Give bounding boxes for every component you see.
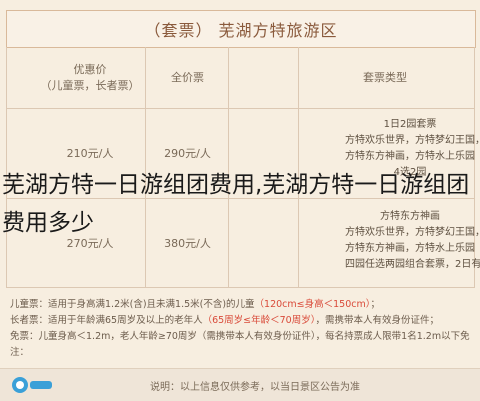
col-label-discount-line2: （儿童票，长者票） [40, 79, 140, 92]
note-suffix: ； [370, 299, 380, 310]
brand-logo-icon [12, 377, 52, 393]
grid-row-divider-1 [6, 108, 475, 109]
row1-package-line: 1日2园套票 [383, 119, 437, 130]
row1-package-line: 方特欢乐世界，方特梦幻王国， [345, 135, 480, 146]
table-title: （套票） 芜湖方特旅游区 [144, 21, 338, 40]
row2-package-line: 方特东方神画，方特水上乐园 [345, 243, 475, 254]
row1-full-price: 290元/人 [164, 147, 211, 160]
col-label-full: 全价票 [171, 71, 204, 84]
note-text: 长者票：适用于年龄满65周岁及以上的老年人 [10, 315, 203, 326]
row1-discount-price: 210元/人 [66, 147, 114, 160]
footer-note: 说明：以上信息仅供参考，以当日景区公告为准 [150, 382, 360, 393]
col-label-discount: 优惠价 （儿童票，长者票） [40, 62, 140, 94]
col-label-discount-line1: 优惠价 [73, 63, 107, 76]
note-child-ticket: 儿童票：适用于身高满1.2米(含)且未满1.5米(不含)的儿童（120cm≤身高… [10, 296, 470, 310]
note-suffix: （需携带本人有效身份证件），每名持票成人限带1名1.2m以下免票儿童入园 [196, 331, 470, 342]
grid-row-divider-3 [6, 287, 475, 288]
note-highlight: （65周岁≤年龄＜70周岁） [202, 315, 316, 326]
overlay-caption: 芜湖方特一日游组团费用,芜湖方特一日游组团费用多少 [2, 172, 470, 236]
note-remark: 注： [10, 344, 470, 358]
note-text: 儿童票：适用于身高满1.2米(含)且未满1.5米(不含)的儿童 [10, 299, 255, 310]
ticket-price-sheet: （套票） 芜湖方特旅游区 优惠价 （儿童票，长者票） 全价票 套票类型 210元… [0, 0, 480, 401]
footer-bar: 说明：以上信息仅供参考，以当日景区公告为准 [0, 368, 480, 401]
note-highlight: （120cm≤身高＜150cm） [254, 299, 371, 310]
table-header: （套票） 芜湖方特旅游区 [6, 10, 476, 48]
col-label-type: 套票类型 [363, 71, 407, 84]
note-free-ticket: 免票：儿童身高＜1.2m，老人年龄≥70周岁（需携带本人有效身份证件），每名持票… [10, 328, 470, 342]
note-senior-ticket: 长者票：适用于年龄满65周岁及以上的老年人（65周岁≤年龄＜70周岁），需携带本… [10, 312, 470, 326]
row1-package-line: 方特东方神画，方特水上乐园 [345, 151, 475, 162]
note-text: 免票：儿童身高＜1.2m，老人年龄≥70周岁 [10, 331, 197, 342]
row2-package-line: 四园任选两园组合套票，2日有效 [345, 259, 480, 270]
note-suffix: ，需携带本人有效身份证件； [315, 315, 439, 326]
note-text: 注： [10, 347, 30, 358]
